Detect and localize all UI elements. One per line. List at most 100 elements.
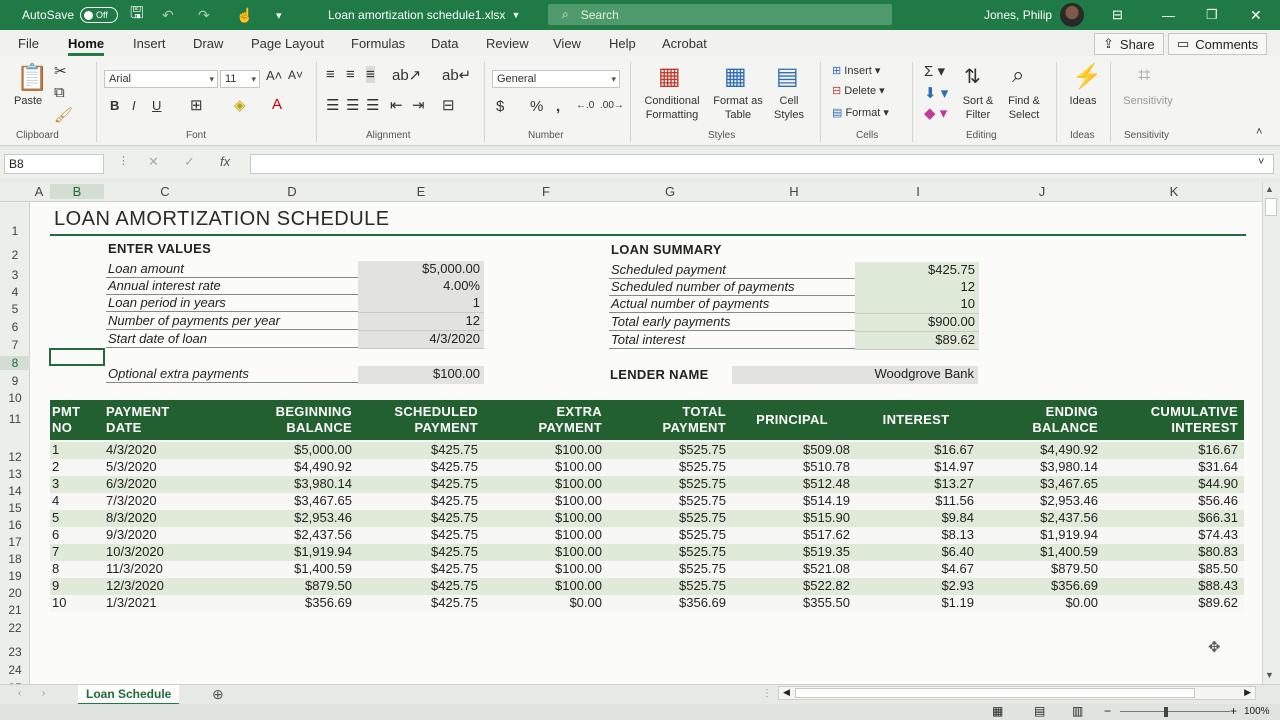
table-cell[interactable]: $13.27 bbox=[858, 476, 974, 491]
align-center-icon[interactable]: ☰ bbox=[346, 96, 359, 114]
collapse-ribbon-icon[interactable]: ˄ bbox=[1256, 126, 1262, 138]
table-cell[interactable]: $14.97 bbox=[858, 459, 974, 474]
row-header-10[interactable]: 10 bbox=[0, 391, 30, 405]
underline-icon[interactable]: U bbox=[152, 98, 161, 113]
row-header-23[interactable]: 23 bbox=[0, 645, 30, 659]
table-cell[interactable]: $355.50 bbox=[734, 595, 850, 610]
table-cell[interactable]: $100.00 bbox=[486, 476, 602, 491]
redo-icon[interactable]: ↷ bbox=[198, 0, 210, 30]
insert-function-icon[interactable]: fx bbox=[220, 154, 230, 169]
table-cell[interactable]: $3,980.14 bbox=[228, 476, 352, 491]
merge-center-icon[interactable]: ⊟ bbox=[442, 96, 455, 114]
table-cell[interactable]: $1,400.59 bbox=[982, 544, 1098, 559]
table-cell[interactable]: 8/3/2020 bbox=[106, 510, 220, 525]
format-cells-button[interactable]: ▤ Format ▾ bbox=[832, 106, 889, 120]
table-cell[interactable]: $509.08 bbox=[734, 442, 850, 457]
row-header-13[interactable]: 13 bbox=[0, 467, 30, 481]
vertical-scrollbar[interactable]: ▲ ▼ bbox=[1262, 182, 1280, 684]
wrap-text-icon[interactable]: ab↵ bbox=[442, 66, 471, 84]
table-cell[interactable]: $425.75 bbox=[360, 544, 478, 559]
sort-filter-button[interactable]: Sort & Filter bbox=[956, 94, 1000, 122]
autosave-toggle[interactable]: Off bbox=[80, 7, 119, 23]
table-cell[interactable]: $3,467.65 bbox=[982, 476, 1098, 491]
column-header-a[interactable]: A bbox=[30, 184, 48, 199]
column-header-k[interactable]: K bbox=[1104, 184, 1244, 199]
scroll-up-icon[interactable]: ▲ bbox=[1265, 184, 1274, 194]
formula-input[interactable] bbox=[250, 154, 1274, 174]
row-header-6[interactable]: 6 bbox=[0, 320, 30, 334]
loan-summary-value[interactable]: 12 bbox=[855, 279, 979, 297]
table-cell[interactable]: $100.00 bbox=[486, 578, 602, 593]
restore-icon[interactable]: ❐ bbox=[1206, 0, 1218, 30]
enter-values-input[interactable]: 12 bbox=[358, 313, 484, 331]
table-cell[interactable]: $88.43 bbox=[1106, 578, 1238, 593]
table-header-pmt-no[interactable]: PMT NO bbox=[52, 404, 94, 436]
table-cell[interactable]: $425.75 bbox=[360, 578, 478, 593]
table-cell[interactable]: $44.90 bbox=[1106, 476, 1238, 491]
font-size-select[interactable]: 11 bbox=[220, 70, 260, 88]
table-cell[interactable]: $80.83 bbox=[1106, 544, 1238, 559]
table-cell[interactable]: 2 bbox=[52, 459, 94, 474]
tab-help[interactable]: Help bbox=[609, 36, 636, 51]
increase-font-icon[interactable]: A˄ bbox=[266, 68, 282, 83]
enter-values-input[interactable]: 4/3/2020 bbox=[358, 331, 484, 349]
table-cell[interactable]: $519.35 bbox=[734, 544, 850, 559]
row-header-19[interactable]: 19 bbox=[0, 569, 30, 583]
table-header-beginning-balance[interactable]: BEGINNING BALANCE bbox=[228, 404, 352, 436]
insert-cells-button[interactable]: ⊞ Insert ▾ bbox=[832, 64, 880, 78]
middle-align-icon[interactable]: ≡ bbox=[346, 66, 355, 83]
horizontal-scroll-thumb[interactable] bbox=[795, 688, 1195, 698]
tab-page-layout[interactable]: Page Layout bbox=[251, 36, 324, 51]
table-cell[interactable]: $525.75 bbox=[610, 544, 726, 559]
expand-formula-icon[interactable]: ˅ bbox=[1258, 156, 1264, 168]
save-icon[interactable]: 🖫 bbox=[130, 0, 144, 30]
table-cell[interactable]: 6/3/2020 bbox=[106, 476, 220, 491]
enter-values-label[interactable]: Number of payments per year bbox=[106, 313, 358, 330]
row-header-9[interactable]: 9 bbox=[0, 374, 30, 388]
autosave-control[interactable]: AutoSave Off bbox=[22, 0, 119, 30]
table-cell[interactable]: 10 bbox=[52, 595, 94, 610]
row-header-7[interactable]: 7 bbox=[0, 338, 30, 352]
loan-summary-value[interactable]: $425.75 bbox=[855, 262, 979, 280]
table-cell[interactable]: $521.08 bbox=[734, 561, 850, 576]
table-header-total-payment[interactable]: TOTAL PAYMENT bbox=[610, 404, 726, 436]
loan-summary-label[interactable]: Actual number of payments bbox=[609, 296, 855, 313]
format-as-table-button[interactable]: Format as Table bbox=[708, 94, 768, 122]
zoom-slider-handle[interactable] bbox=[1164, 707, 1168, 717]
loan-summary-heading[interactable]: LOAN SUMMARY bbox=[611, 242, 722, 257]
table-cell[interactable]: $879.50 bbox=[982, 561, 1098, 576]
table-cell[interactable]: $2,953.46 bbox=[228, 510, 352, 525]
row-header-18[interactable]: 18 bbox=[0, 552, 30, 566]
italic-icon[interactable]: I bbox=[132, 98, 136, 113]
extra-payments-label[interactable]: Optional extra payments bbox=[106, 366, 358, 383]
row-header-11[interactable]: 11 bbox=[0, 412, 30, 426]
table-cell[interactable]: $525.75 bbox=[610, 561, 726, 576]
table-cell[interactable]: $425.75 bbox=[360, 527, 478, 542]
scroll-right-icon[interactable]: ▶ bbox=[1244, 687, 1251, 698]
scroll-down-icon[interactable]: ▼ bbox=[1265, 670, 1274, 680]
orientation-icon[interactable]: ab↗ bbox=[392, 66, 421, 84]
page-layout-view-icon[interactable]: ▤ bbox=[1034, 704, 1045, 718]
enter-values-label[interactable]: Loan period in years bbox=[106, 295, 358, 312]
row-header-8[interactable]: 8 bbox=[0, 356, 30, 370]
lender-name-label[interactable]: LENDER NAME bbox=[610, 367, 709, 382]
column-header-g[interactable]: G bbox=[608, 184, 732, 199]
add-sheet-icon[interactable]: ⊕ bbox=[212, 686, 224, 703]
table-cell[interactable]: $2,953.46 bbox=[982, 493, 1098, 508]
loan-summary-value[interactable]: $89.62 bbox=[855, 332, 979, 350]
minimize-icon[interactable]: — bbox=[1162, 0, 1175, 30]
copy-icon[interactable]: ⧉ bbox=[54, 84, 65, 101]
decrease-indent-icon[interactable]: ⇤ bbox=[390, 96, 403, 114]
font-color-icon[interactable]: A bbox=[272, 96, 282, 113]
select-all-button[interactable] bbox=[0, 182, 30, 202]
table-cell[interactable]: 9/3/2020 bbox=[106, 527, 220, 542]
row-header-20[interactable]: 20 bbox=[0, 586, 30, 600]
close-icon[interactable]: ✕ bbox=[1250, 0, 1262, 30]
file-name[interactable]: Loan amortization schedule1.xlsx ▼ bbox=[328, 0, 520, 30]
user-name[interactable]: Jones, Philip bbox=[984, 0, 1052, 30]
bottom-align-icon[interactable]: ≡ bbox=[366, 66, 375, 83]
table-cell[interactable]: $74.43 bbox=[1106, 527, 1238, 542]
table-cell[interactable]: 1/3/2021 bbox=[106, 595, 220, 610]
loan-summary-label[interactable]: Total interest bbox=[609, 332, 855, 349]
share-button[interactable]: ⇪ Share bbox=[1094, 33, 1164, 55]
